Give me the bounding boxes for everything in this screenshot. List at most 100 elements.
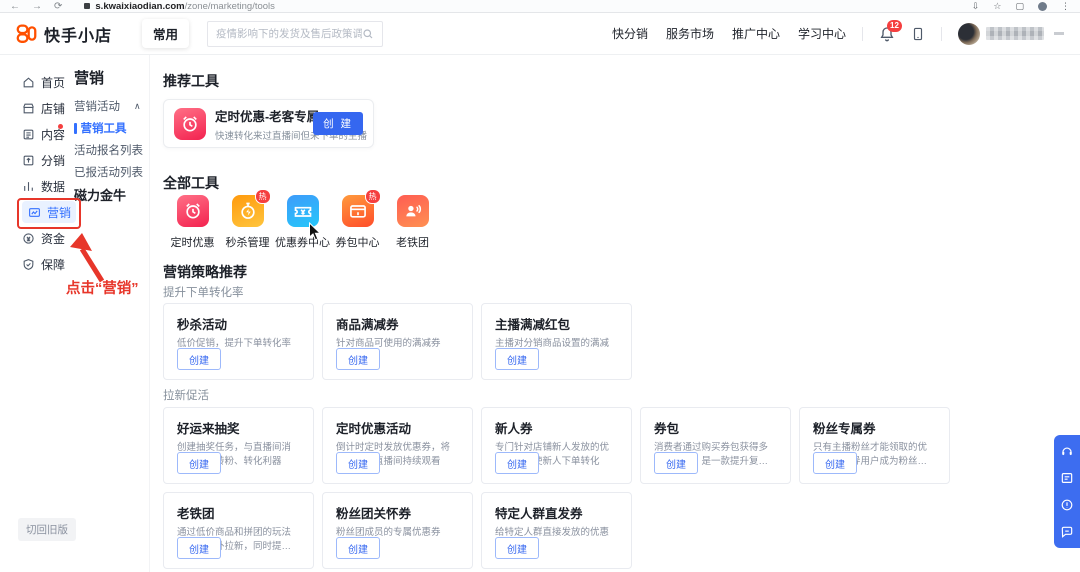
info-icon[interactable] <box>1060 498 1074 512</box>
tab-common[interactable]: 常用 <box>142 19 189 48</box>
hot-badge: 热 <box>365 189 381 204</box>
create-button[interactable]: 创建 <box>495 452 539 474</box>
sidebar-item-icon <box>22 128 35 141</box>
coupon-icon <box>287 195 319 227</box>
url-domain: s.kwaixiaodian.com <box>95 1 184 12</box>
strategy-card: 特定人群直发券 给特定人群直接发放的优惠券 创建 <box>481 492 632 569</box>
tool-shortcut[interactable]: 定时优惠 <box>165 195 220 250</box>
submenu-item[interactable]: 已报活动列表 <box>74 161 150 183</box>
strategy-card-title: 好运来抽奖 <box>177 418 300 437</box>
create-button[interactable]: 创建 <box>177 348 221 370</box>
floating-help-bar <box>1054 435 1080 548</box>
create-button[interactable]: 创建 <box>495 537 539 559</box>
app-logo[interactable]: 快手小店 <box>16 22 112 46</box>
search-input[interactable] <box>216 28 362 40</box>
group-label-acquisition: 拉新促活 <box>163 387 209 403</box>
tool-label: 老铁团 <box>396 234 429 250</box>
account-menu[interactable] <box>958 23 1064 45</box>
submenu-item[interactable]: 营销活动 ∧ <box>74 95 150 117</box>
group-label-conversion: 提升下单转化率 <box>163 284 244 300</box>
account-name-blurred <box>986 27 1044 40</box>
browser-chrome: ← → ⟳ s.kwaixiaodian.com/zone/marketing/… <box>0 0 1080 13</box>
sidebar-item-label: 分销 <box>41 152 65 169</box>
browser-share-icon[interactable]: ⇩ <box>972 1 980 12</box>
search-icon[interactable] <box>362 28 374 40</box>
header-nav-link[interactable]: 服务市场 <box>666 25 714 42</box>
create-button[interactable]: 创建 <box>336 348 380 370</box>
divider <box>862 27 863 41</box>
browser-reload-icon[interactable]: ⟳ <box>54 1 62 12</box>
sidebar-item-label: 营销 <box>47 204 71 221</box>
create-button[interactable]: 创建 <box>336 537 380 559</box>
divider <box>941 27 942 41</box>
create-button[interactable]: 创建 <box>654 452 698 474</box>
notification-badge: 12 <box>887 20 902 32</box>
page: ← → ⟳ s.kwaixiaodian.com/zone/marketing/… <box>0 0 1080 572</box>
strategy-card-title: 老铁团 <box>177 503 300 522</box>
alarm-clock-icon <box>177 195 209 227</box>
browser-forward-icon[interactable]: → <box>32 1 42 12</box>
create-button[interactable]: 创建 <box>495 348 539 370</box>
tool-shortcut[interactable]: 热 券包中心 <box>330 195 385 250</box>
create-button[interactable]: 创建 <box>177 452 221 474</box>
search-box[interactable] <box>207 21 383 47</box>
strategy-card: 商品满减券 针对商品可使用的满减券 创建 <box>322 303 473 380</box>
submenu-item[interactable]: 活动报名列表 <box>74 139 150 161</box>
app-title: 快手小店 <box>44 22 112 46</box>
section-heading-strategies: 营销策略推荐 <box>163 262 247 282</box>
create-button[interactable]: 创建 <box>336 452 380 474</box>
member-icon <box>397 195 429 227</box>
strategy-card-title: 定时优惠活动 <box>336 418 459 437</box>
submenu-item[interactable]: 营销工具 <box>74 117 150 139</box>
browser-profile-avatar[interactable] <box>1038 2 1047 11</box>
create-button[interactable]: 创建 <box>177 537 221 559</box>
submenu-item[interactable]: 磁力金牛 <box>74 183 150 205</box>
browser-menu-icon[interactable]: ⋮ <box>1061 1 1070 12</box>
tool-label: 定时优惠 <box>171 234 215 250</box>
chat-icon[interactable] <box>1060 525 1074 539</box>
browser-back-icon[interactable]: ← <box>10 1 20 12</box>
strategy-card-title: 新人券 <box>495 418 618 437</box>
strategy-card: 新人券 专门针对店铺新人发放的优惠券，促使新人下单转化 创建 <box>481 407 632 484</box>
tool-label: 优惠券中心 <box>275 234 330 250</box>
strategy-card: 老铁团 通过低价商品和拼团的玩法尝试做站外拉新，同时提升GMV 创建 <box>163 492 314 569</box>
tool-shortcut[interactable]: 老铁团 <box>385 195 440 250</box>
strategy-card: 粉丝团关怀券 粉丝团成员的专属优惠券 创建 <box>322 492 473 569</box>
mobile-app-icon[interactable] <box>911 27 925 41</box>
headset-icon[interactable] <box>1060 444 1074 458</box>
sidebar-item-icon <box>22 154 35 167</box>
strategy-card-title: 特定人群直发券 <box>495 503 618 522</box>
browser-tabs-icon[interactable]: ▢ <box>1015 1 1024 12</box>
feedback-icon[interactable] <box>1060 471 1074 485</box>
strategy-card-title: 粉丝专属券 <box>813 418 936 437</box>
create-button[interactable]: 创建 <box>813 452 857 474</box>
address-bar[interactable]: s.kwaixiaodian.com/zone/marketing/tools <box>84 1 275 12</box>
switch-old-version-button[interactable]: 切回旧版 <box>18 518 76 541</box>
header-nav-link[interactable]: 学习中心 <box>798 25 846 42</box>
kuaishou-logo-icon <box>16 23 37 44</box>
recommended-tool-card[interactable]: 定时优惠-老客专属 快速转化来过直播间但未下单的主播 创 建 <box>163 99 374 148</box>
tool-shortcut[interactable]: 热 秒杀管理 <box>220 195 275 250</box>
avatar <box>958 23 980 45</box>
tool-label: 秒杀管理 <box>226 234 270 250</box>
annotation-text: 点击“营销” <box>66 277 139 298</box>
lock-icon <box>84 3 90 9</box>
header-nav-link[interactable]: 推广中心 <box>732 25 780 42</box>
sidebar: 首页 店铺 内容 分销 数据 <box>0 55 150 572</box>
chevron-up-icon: ∧ <box>134 101 141 112</box>
browser-bookmark-icon[interactable]: ☆ <box>993 1 1001 12</box>
sidebar-item-icon <box>28 206 41 219</box>
section-heading-recommended: 推荐工具 <box>163 71 219 91</box>
header-nav-link[interactable]: 快分销 <box>612 25 648 42</box>
strategy-card: 券包 消费者通过购买券包获得多张优惠券，是一款提升复购率和GMV的营销工具 创建 <box>640 407 791 484</box>
strategy-card-title: 商品满减券 <box>336 314 459 333</box>
recommended-card-desc: 快速转化来过直播间但未下单的主播 <box>215 128 304 142</box>
alarm-clock-icon <box>174 108 206 140</box>
sidebar-item-icon <box>22 232 35 245</box>
strategy-card: 定时优惠活动 倒计时定时发放优惠券，将用户留在直播间持续观看 创建 <box>322 407 473 484</box>
hot-badge: 热 <box>255 189 271 204</box>
strategy-card: 好运来抽奖 创建抽奖任务，与直播间消费互动的转粉、转化利器 创建 <box>163 407 314 484</box>
create-button[interactable]: 创 建 <box>313 112 363 135</box>
tool-shortcut[interactable]: 优惠券中心 <box>275 195 330 250</box>
notifications-button[interactable]: 12 <box>879 26 895 42</box>
